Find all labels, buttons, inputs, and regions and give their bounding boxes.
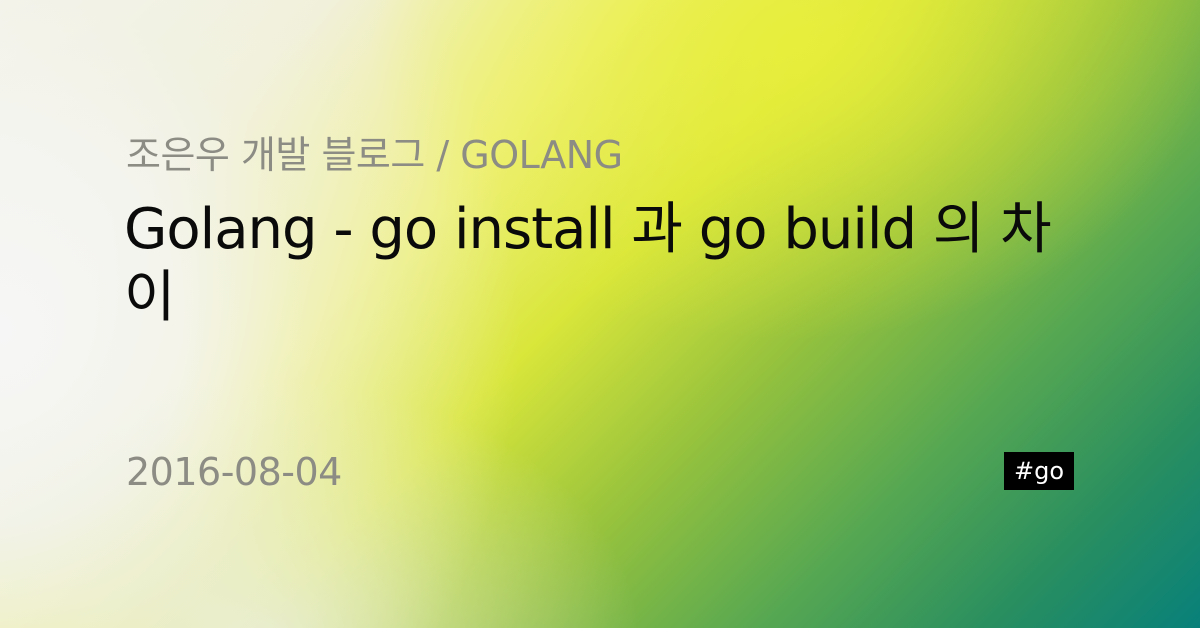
post-title: Golang - go install 과 go build 의 차이 — [124, 197, 1052, 330]
og-card: 조은우 개발 블로그 / GOLANG Golang - go install … — [0, 0, 1200, 628]
tag-go[interactable]: #go — [1004, 452, 1075, 490]
breadcrumb: 조은우 개발 블로그 / GOLANG — [126, 133, 623, 177]
post-date: 2016-08-04 — [126, 450, 342, 494]
